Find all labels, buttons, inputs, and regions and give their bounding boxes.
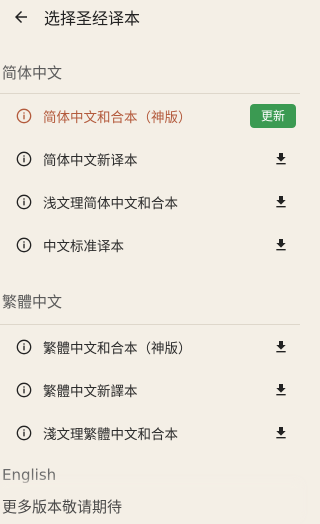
app: 选择圣经译本 简体中文 简体中文和合本（神版） 更新 简体中文新译本 浅文理简体… xyxy=(0,0,300,524)
list-item-label: 简体中文新译本 xyxy=(43,152,138,169)
info-circle-icon[interactable] xyxy=(16,425,32,441)
download-icon[interactable] xyxy=(273,151,289,167)
list-item-label: 繁體中文和合本（神版） xyxy=(43,340,192,357)
arrow-left-icon xyxy=(15,10,27,23)
download-icon[interactable] xyxy=(273,237,289,253)
download-icon[interactable] xyxy=(273,382,289,398)
info-circle-icon[interactable] xyxy=(16,237,32,253)
info-circle-icon[interactable] xyxy=(16,108,32,124)
info-circle-icon[interactable] xyxy=(16,194,32,210)
list-item-cnv-simplified[interactable]: 简体中文新译本 xyxy=(0,137,300,180)
download-icon[interactable] xyxy=(273,339,289,355)
app-bar: 选择圣经译本 xyxy=(0,0,300,33)
list-item-wenli-simplified[interactable]: 浅文理简体中文和合本 xyxy=(0,180,300,223)
section-header-traditional: 繁體中文 xyxy=(2,292,63,311)
page-title: 选择圣经译本 xyxy=(44,8,141,28)
list-item-csb[interactable]: 中文标准译本 xyxy=(0,223,300,266)
more-versions-note: 更多版本敬请期待 xyxy=(0,488,300,524)
download-icon[interactable] xyxy=(273,194,289,210)
list-item-label: 淺文理繁體中文和合本 xyxy=(43,426,178,443)
info-circle-icon[interactable] xyxy=(16,151,32,167)
list-item-label: 繁體中文新譯本 xyxy=(43,383,138,400)
update-button[interactable]: 更新 xyxy=(250,103,296,128)
download-icon[interactable] xyxy=(273,425,289,441)
translation-list[interactable]: 简体中文 简体中文和合本（神版） 更新 简体中文新译本 浅文理简体中文和合本 中… xyxy=(0,33,300,488)
info-circle-icon[interactable] xyxy=(16,339,32,355)
section-header-simplified: 简体中文 xyxy=(2,63,63,82)
list-item-label: 浅文理简体中文和合本 xyxy=(43,195,178,212)
info-circle-icon[interactable] xyxy=(16,382,32,398)
list-item-label: 简体中文和合本（神版） xyxy=(43,109,192,126)
list-item-cuv-simplified[interactable]: 简体中文和合本（神版） 更新 xyxy=(0,94,300,137)
list-item-cnv-traditional[interactable]: 繁體中文新譯本 xyxy=(0,368,300,411)
list-item-label: 中文标准译本 xyxy=(43,238,124,255)
back-button[interactable] xyxy=(10,6,32,28)
list-item-wenli-traditional[interactable]: 淺文理繁體中文和合本 xyxy=(0,411,300,454)
list-item-cuv-traditional[interactable]: 繁體中文和合本（神版） xyxy=(0,325,300,368)
section-header-english: English xyxy=(2,466,57,484)
